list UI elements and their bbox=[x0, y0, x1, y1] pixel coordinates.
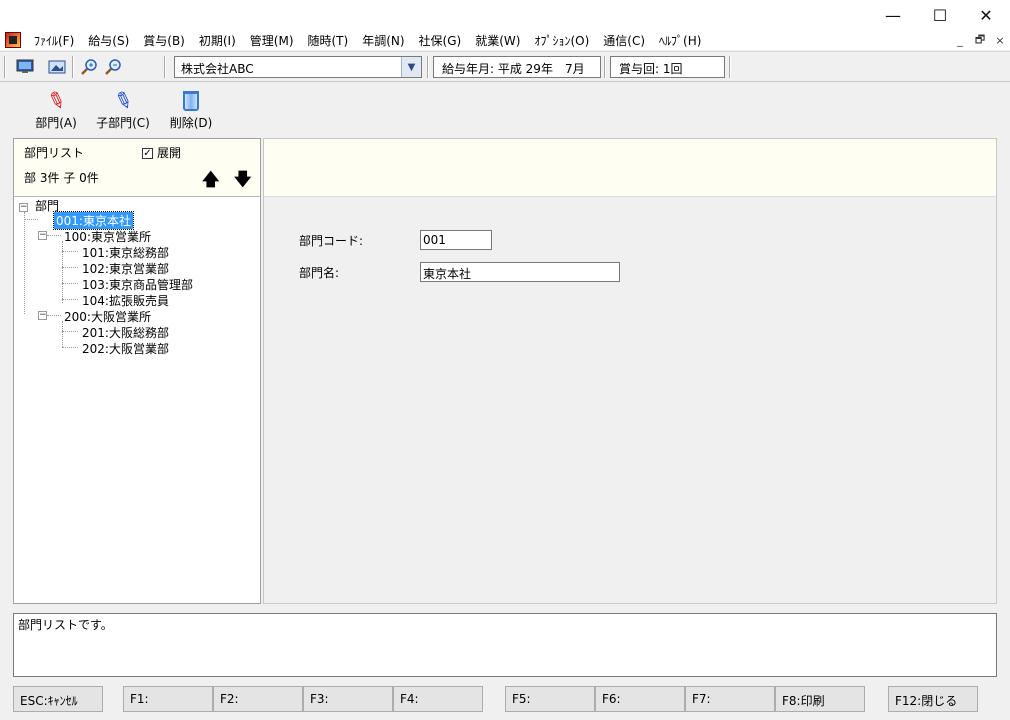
red-pencil-icon: ✎ bbox=[43, 86, 69, 116]
maximize-icon: ☐ bbox=[932, 5, 948, 25]
add-dept-button[interactable]: ✎ 部門(A) bbox=[24, 86, 88, 136]
arrow-up-icon: 🡅 bbox=[202, 170, 220, 190]
monitor-icon[interactable] bbox=[16, 58, 34, 76]
tree-item[interactable]: 103:東京商品管理部 bbox=[80, 276, 195, 293]
picture-icon[interactable] bbox=[48, 58, 66, 76]
menu-help[interactable]: ﾍﾙﾌﾟ(H) bbox=[652, 32, 708, 49]
f3-button[interactable]: F3: bbox=[303, 686, 393, 712]
company-select-value: 株式会社ABC bbox=[181, 62, 254, 76]
tree-item[interactable]: 101:東京総務部 bbox=[80, 244, 171, 261]
zoom-out-icon[interactable] bbox=[104, 58, 122, 76]
f12-close-button[interactable]: F12:閉じる bbox=[888, 686, 978, 712]
title-bar: — ☐ ✕ bbox=[0, 0, 1010, 30]
move-down-button[interactable]: 🡇 bbox=[234, 167, 251, 196]
menu-initial[interactable]: 初期(I) bbox=[192, 32, 243, 49]
expand-label: 展開 bbox=[157, 146, 182, 160]
move-up-button[interactable]: 🡅 bbox=[202, 167, 219, 196]
add-subdept-button[interactable]: ✎ 子部門(C) bbox=[91, 86, 155, 136]
f6-button[interactable]: F6: bbox=[595, 686, 685, 712]
pay-period-display: 給与年月: 平成 29年 7月 bbox=[433, 56, 601, 78]
collapse-100-toggle[interactable]: − bbox=[38, 231, 47, 240]
toolbar: 株式会社ABC ▼ 給与年月: 平成 29年 7月 賞与回: 1回 bbox=[0, 51, 1010, 82]
menu-manage[interactable]: 管理(M) bbox=[243, 32, 301, 49]
tree-item[interactable]: 200:大阪営業所 bbox=[62, 308, 153, 325]
collapse-200-toggle[interactable]: − bbox=[38, 311, 47, 320]
blue-pencil-icon: ✎ bbox=[110, 86, 136, 116]
app-icon[interactable] bbox=[5, 32, 21, 48]
delete-label: 削除(D) bbox=[169, 116, 213, 130]
menu-year-end[interactable]: 年調(N) bbox=[355, 32, 411, 49]
dept-name-label: 部門名: bbox=[299, 266, 340, 280]
minimize-button[interactable]: — bbox=[870, 0, 916, 30]
detail-header bbox=[264, 139, 996, 197]
tree-item[interactable]: 202:大阪営業部 bbox=[80, 340, 171, 357]
zoom-in-icon[interactable] bbox=[80, 58, 98, 76]
tree-item[interactable]: 102:東京営業部 bbox=[80, 260, 171, 277]
check-icon: ✓ bbox=[142, 148, 153, 159]
add-subdept-label: 子部門(C) bbox=[96, 116, 150, 130]
chevron-down-icon[interactable]: ▼ bbox=[401, 57, 421, 77]
add-dept-label: 部門(A) bbox=[35, 116, 77, 130]
f8-print-button[interactable]: F8:印刷 bbox=[775, 686, 865, 712]
arrow-down-icon: 🡇 bbox=[234, 170, 252, 190]
menu-anytime[interactable]: 随時(T) bbox=[301, 32, 356, 49]
dept-detail-panel: 部門コード: 001 部門名: 東京本社 bbox=[263, 138, 997, 604]
company-select[interactable]: 株式会社ABC ▼ bbox=[174, 56, 422, 78]
dept-list-header: 部門リスト ✓ 展開 部 3件 子 0件 🡅 🡇 bbox=[14, 139, 260, 197]
close-icon: ✕ bbox=[979, 5, 993, 25]
bonus-round-display: 賞与回: 1回 bbox=[610, 56, 725, 78]
maximize-button[interactable]: ☐ bbox=[917, 0, 963, 30]
delete-button[interactable]: 削除(D) bbox=[159, 88, 223, 136]
dept-code-label: 部門コード: bbox=[299, 234, 364, 248]
dept-tree: − 部門 001:東京本社 − 100:東京営業所 101:東京総務部 102:… bbox=[14, 197, 260, 603]
menu-bonus[interactable]: 賞与(B) bbox=[136, 32, 192, 49]
close-button[interactable]: ✕ bbox=[963, 0, 1009, 30]
trash-icon bbox=[183, 91, 199, 111]
tree-item[interactable]: 104:拡張販売員 bbox=[80, 292, 171, 309]
expand-checkbox[interactable]: ✓ 展開 bbox=[142, 144, 181, 161]
f4-button[interactable]: F4: bbox=[393, 686, 483, 712]
f2-button[interactable]: F2: bbox=[213, 686, 303, 712]
collapse-root-toggle[interactable]: − bbox=[19, 203, 28, 212]
mdi-minimize-button[interactable]: _ bbox=[950, 34, 970, 47]
mdi-close-button[interactable]: × bbox=[990, 34, 1010, 47]
f7-button[interactable]: F7: bbox=[685, 686, 775, 712]
tree-item[interactable]: 001:東京本社 bbox=[53, 211, 134, 230]
dept-count: 部 3件 子 0件 bbox=[24, 171, 99, 185]
menu-work[interactable]: 就業(W) bbox=[468, 32, 527, 49]
dept-list-panel: 部門リスト ✓ 展開 部 3件 子 0件 🡅 🡇 − 部門 001:東京本社 − … bbox=[13, 138, 261, 604]
tree-item[interactable]: 100:東京営業所 bbox=[62, 228, 153, 245]
menu-bar: ﾌｧｲﾙ(F) 給与(S) 賞与(B) 初期(I) 管理(M) 随時(T) 年調… bbox=[0, 30, 1010, 50]
f1-button[interactable]: F1: bbox=[123, 686, 213, 712]
tree-item[interactable]: 201:大阪総務部 bbox=[80, 324, 171, 341]
mdi-restore-button[interactable]: 🗗 bbox=[970, 31, 990, 50]
status-message: 部門リストです。 bbox=[13, 613, 997, 677]
minimize-icon: — bbox=[885, 5, 901, 25]
dept-list-title: 部門リスト bbox=[24, 146, 85, 160]
menu-social-insurance[interactable]: 社保(G) bbox=[412, 32, 469, 49]
menu-communication[interactable]: 通信(C) bbox=[596, 32, 652, 49]
dept-name-field[interactable]: 東京本社 bbox=[420, 262, 620, 282]
f5-button[interactable]: F5: bbox=[505, 686, 595, 712]
menu-file[interactable]: ﾌｧｲﾙ(F) bbox=[27, 32, 81, 49]
menu-salary[interactable]: 給与(S) bbox=[81, 32, 136, 49]
dept-code-field[interactable]: 001 bbox=[420, 230, 492, 250]
esc-cancel-button[interactable]: ESC:ｷｬﾝｾﾙ bbox=[13, 686, 103, 712]
menu-options[interactable]: ｵﾌﾟｼｮﾝ(O) bbox=[527, 32, 596, 49]
